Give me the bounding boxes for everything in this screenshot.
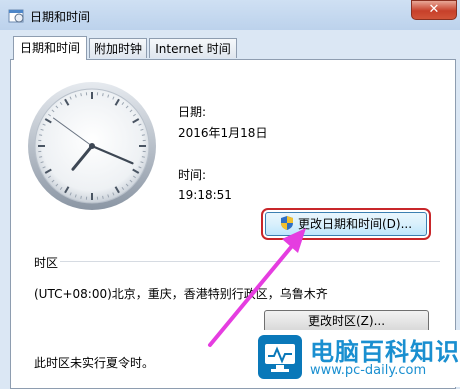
minute-tick <box>81 196 82 199</box>
time-label: 时间: <box>178 166 206 183</box>
timezone-value: (UTC+08:00)北京，重庆，香港特别行政区，乌鲁木齐 <box>34 285 328 302</box>
time-value: 19:18:51 <box>178 188 232 202</box>
minute-tick <box>81 93 82 96</box>
timezone-separator <box>60 261 440 262</box>
change-date-time-label: 更改日期和时间(D)... <box>298 217 412 231</box>
minute-tick <box>142 157 145 158</box>
uac-shield-icon <box>280 215 294 231</box>
minute-tick <box>103 93 104 96</box>
title-bar: 日期和时间 ✕ <box>0 0 460 30</box>
watermark-logo: 电脑百科知识 www.pc-daily.com <box>254 330 460 387</box>
analog-clock <box>26 80 158 212</box>
close-icon: ✕ <box>412 1 456 19</box>
date-value: 2016年1月18日 <box>178 124 267 141</box>
datetime-app-icon <box>8 7 24 23</box>
window-title: 日期和时间 <box>30 8 90 25</box>
tab-internet-time[interactable]: Internet 时间 <box>149 38 237 58</box>
watermark-title: 电脑百科知识 <box>310 332 460 367</box>
date-label: 日期: <box>178 103 206 120</box>
minute-tick <box>142 135 145 136</box>
minute-tick <box>39 135 42 136</box>
timezone-heading: 时区 <box>34 254 58 271</box>
minute-tick <box>39 157 42 158</box>
change-date-time-button[interactable]: 更改日期和时间(D)... <box>265 212 427 236</box>
minute-tick <box>103 196 104 199</box>
monitor-logo-icon <box>258 335 302 379</box>
clock-pivot <box>89 143 95 149</box>
tab-additional-clocks[interactable]: 附加时钟 <box>89 38 147 58</box>
watermark-url: www.pc-daily.com <box>310 363 426 378</box>
close-button[interactable]: ✕ <box>411 0 457 20</box>
tab-date-time[interactable]: 日期和时间 <box>13 36 87 60</box>
dst-note: 此时区未实行夏令时。 <box>34 354 154 371</box>
